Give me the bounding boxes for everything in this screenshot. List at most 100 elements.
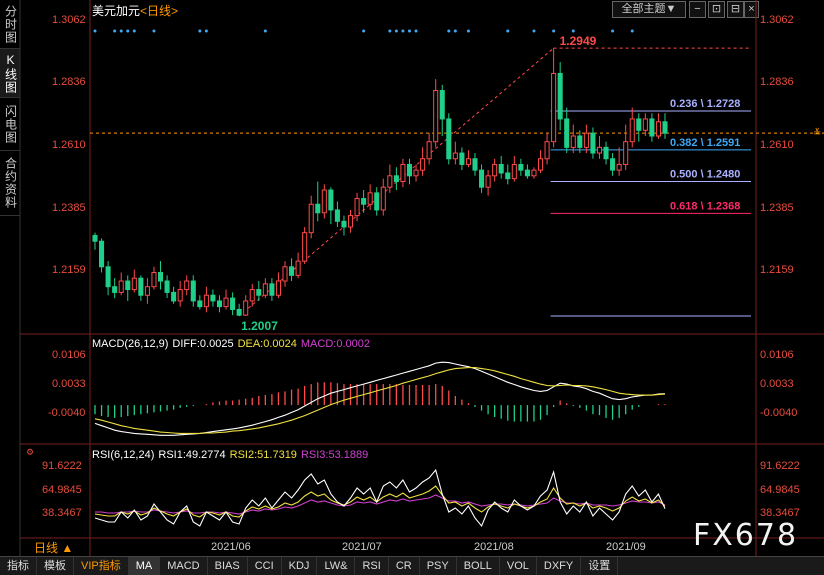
candle-body [262,283,268,296]
candle-body [321,189,327,214]
fib-level-label: 0.500 \ 1.2480 [670,168,740,180]
indicator-tab[interactable]: VOL [500,557,537,575]
right-price-label: 1.2385 [760,202,794,214]
signal-dot [401,29,405,33]
candle-body [577,135,583,148]
indicator-tab[interactable]: CCI [248,557,282,575]
candle-body [459,152,465,165]
indicator-tab[interactable]: RSI [355,557,389,575]
macd-axis-label: 0.0033 [760,378,794,390]
signal-dot [611,29,615,33]
candle-body [505,172,511,180]
indicator-tab[interactable]: 指标 [0,557,37,575]
date-label: 2021/06 [211,541,251,553]
candle-body [367,192,373,205]
candle-body [216,300,223,308]
candle-body [531,169,537,177]
candle-body [236,308,242,316]
right-price-label: 1.2610 [760,139,794,151]
indicator-tab[interactable]: BIAS [208,557,248,575]
signal-dot [630,29,634,33]
candle-body [433,90,439,143]
left-price-label: 1.2159 [52,264,86,276]
candle-body [623,141,629,165]
candle-body [105,266,111,288]
candle-body [190,280,196,302]
candle-body [223,297,229,308]
candle-body [249,289,255,302]
candle-body [197,300,203,308]
indicator-tab[interactable]: MA [128,557,161,575]
macd-pane [94,361,666,436]
right-price-label: 1.2159 [760,264,794,276]
rsi1-line [94,468,666,528]
macd-axis-label: 0.0033 [52,378,86,390]
candle-body [243,300,249,316]
candle-body [380,186,386,211]
candle-body [112,286,118,293]
signal-dot [466,29,470,33]
macd-dea-line [94,367,666,434]
indicator-tab[interactable]: KDJ [282,557,318,575]
candle-body [164,280,170,293]
candle-body [662,121,668,134]
candle-body [171,291,177,302]
candle-body [400,163,406,182]
right-price-label: 1.2836 [760,76,794,88]
signal-dot [362,29,366,33]
signal-dot [198,29,202,33]
fib-level-label: 0.618 \ 1.2368 [670,200,740,212]
indicator-tab[interactable]: DXFY [537,557,582,575]
candle-body [649,118,655,137]
candle-body [544,141,550,160]
indicator-tab[interactable]: PSY [420,557,457,575]
macd-diff-value: DIFF:0.0025 [172,338,234,350]
left-price-label: 1.2836 [52,76,86,88]
macd-axis-label: -0.0040 [760,407,798,419]
candle-body [354,198,360,217]
signal-dot [132,29,136,33]
indicator-tab[interactable]: 模板 [37,557,74,575]
candle-body [564,118,570,148]
candle-body [426,141,432,160]
rsi-settings-icon[interactable]: ⚙ [26,447,34,458]
signal-dot [447,29,451,33]
rsi-name: RSI(6,12,24) [92,449,155,461]
left-price-label: 1.3062 [52,14,86,26]
candle-body [479,169,485,188]
signal-dot [414,29,418,33]
period-selector[interactable]: 日线 ▲ [22,540,88,556]
rsi-axis-label: 91.6222 [42,460,82,472]
candle-body [537,158,544,171]
chart-window: 分时图 K线图 闪电图 合约资料 美元加元<日线> 全部主题▼ − ⊡ ⊟ × … [0,0,824,575]
indicator-tab[interactable]: MACD [160,557,208,575]
candle-body [315,203,321,214]
indicator-tab[interactable]: VIP指标 [74,557,129,575]
indicator-tab[interactable]: 设置 [581,557,619,575]
macd-dea-value: DEA:0.0024 [237,338,297,350]
macd-histogram-value: MACD:0.0002 [300,338,370,350]
indicator-tab[interactable]: LW& [317,557,356,575]
signal-dot [119,29,123,33]
indicator-tab[interactable]: BOLL [457,557,500,575]
candle-body [184,280,190,291]
signal-dot [453,29,457,33]
low-price-label: 1.2007 [241,319,278,333]
indicator-tab[interactable]: CR [389,557,420,575]
candle-body [334,209,340,222]
candle-body [511,163,517,180]
candle-body [524,169,530,177]
candle-body [492,163,498,177]
candle-body [551,72,557,143]
current-price-marker: ≚ [813,128,822,139]
right-price-label: 1.3062 [760,14,794,26]
macd-axis-label: -0.0040 [48,407,86,419]
signal-dot [263,29,267,33]
date-label: 2021/07 [342,541,382,553]
signal-dot [532,29,536,33]
candle-body [118,280,124,293]
candle-body [570,135,576,148]
date-label: 2021/08 [474,541,514,553]
candle-body [99,240,105,268]
signal-dot [93,29,97,33]
